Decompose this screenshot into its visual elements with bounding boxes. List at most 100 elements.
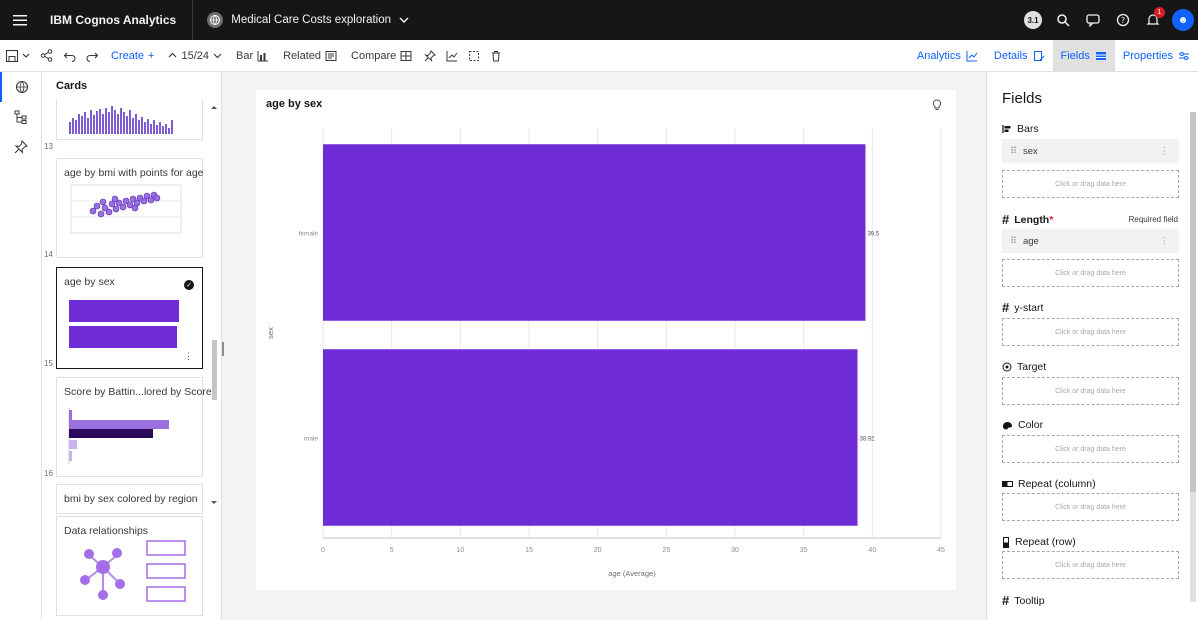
field-overflow-menu-icon[interactable]: ⋮ (1160, 236, 1170, 247)
left-rail (0, 72, 42, 620)
chat-icon[interactable] (1078, 0, 1108, 40)
length-drop-zone[interactable]: Click or drag data here (1002, 259, 1179, 287)
fields-scrollbar[interactable] (1190, 112, 1196, 602)
card-15[interactable]: age by sex ✓ ⋮ (56, 267, 203, 369)
compare-label: Compare (351, 49, 397, 62)
help-icon[interactable]: ? (1108, 0, 1138, 40)
compare-button[interactable]: Compare (344, 40, 419, 72)
drag-handle-icon[interactable]: ⠿ (1010, 146, 1017, 157)
ystart-drop-zone[interactable]: Click or drag data here (1002, 318, 1179, 346)
fields-icon (1095, 50, 1107, 62)
properties-label: Properties (1122, 50, 1173, 62)
notifications-icon[interactable]: 1 (1138, 0, 1168, 40)
card-number: 13 (44, 142, 53, 151)
pins-panel-button[interactable] (0, 132, 42, 162)
repeat-row-icon (1002, 536, 1010, 548)
card-17[interactable]: bmi by sex colored by region (56, 484, 203, 514)
card-data-relationships[interactable]: Data relationships (56, 516, 203, 616)
cards-panel: Cards 13 age by bmi with points for age … (42, 72, 222, 620)
drag-handle-icon[interactable]: ⠿ (1010, 236, 1017, 247)
share-icon[interactable] (35, 40, 58, 72)
panel-splitter[interactable] (222, 72, 256, 620)
delete-icon[interactable] (485, 40, 507, 72)
chevron-down-icon[interactable] (213, 51, 222, 60)
related-button[interactable]: Related (276, 40, 344, 72)
bar-chart-icon (257, 50, 269, 62)
cards-panel-button[interactable] (0, 72, 42, 102)
x-tick-label: 20 (594, 547, 602, 554)
x-tick-label: 5 (390, 547, 394, 554)
card-title: bmi by sex colored by region (64, 493, 198, 505)
page-navigator[interactable]: 15/24 (161, 40, 229, 72)
pin-icon[interactable] (419, 40, 441, 72)
splitter-handle[interactable] (222, 342, 224, 356)
tooltip-slot-label: # Tooltip (1002, 593, 1045, 608)
target-slot-label: Target (1002, 361, 1046, 373)
repeat-column-drop-zone[interactable]: Click or drag data here (1002, 493, 1179, 521)
document-title-dropdown[interactable]: Medical Care Costs exploration (193, 12, 409, 28)
x-tick-label: 30 (731, 547, 739, 554)
user-badge-button[interactable]: 3.1 (1018, 0, 1048, 40)
hierarchy-icon (14, 110, 28, 124)
field-overflow-menu-icon[interactable]: ⋮ (1160, 146, 1170, 157)
fit-icon[interactable] (463, 40, 485, 72)
card-13-thumbnail (69, 106, 173, 134)
length-field-pill[interactable]: ⠿ age ⋮ (1002, 229, 1179, 253)
avatar-icon: ☻ (1172, 9, 1194, 31)
card-14-thumbnail (70, 184, 182, 234)
plus-icon: + (148, 49, 155, 62)
exploration-icon (207, 12, 224, 28)
card-15-thumbnail (69, 300, 179, 348)
card-13[interactable] (56, 100, 203, 140)
related-icon (325, 50, 337, 62)
x-tick-label: 40 (868, 547, 876, 554)
chevron-up-icon[interactable] (168, 51, 177, 60)
hamburger-menu-icon[interactable] (0, 0, 40, 40)
color-drop-zone[interactable]: Click or drag data here (1002, 435, 1179, 463)
required-field-note: Required field (1128, 215, 1178, 224)
create-button[interactable]: Create + (104, 40, 161, 72)
insights-icon[interactable] (441, 40, 463, 72)
details-icon (1033, 50, 1045, 62)
fields-tab[interactable]: Fields (1052, 40, 1115, 72)
user-avatar[interactable]: ☻ (1168, 0, 1198, 40)
repeat-column-slot-label: Repeat (column) (1002, 478, 1096, 490)
bars-field-pill[interactable]: ⠿ sex ⋮ (1002, 139, 1179, 163)
analytics-tab[interactable]: Analytics (909, 40, 986, 72)
visualization-type-button[interactable]: Bar (229, 40, 276, 72)
x-tick-label: 45 (937, 547, 945, 554)
chart-bar[interactable] (323, 144, 866, 321)
repeat-row-slot-label: Repeat (row) (1002, 536, 1076, 548)
bars-field-name: sex (1022, 145, 1038, 157)
bar-chart[interactable]: 0 5 10 15 20 25 30 35 40 45female 39.5male 38.92age… (256, 90, 956, 590)
repeat-row-drop-zone[interactable]: Click or drag data here (1002, 551, 1179, 579)
cards-scrollbar[interactable] (208, 102, 220, 620)
redo-icon[interactable] (81, 40, 104, 72)
card-overflow-menu-icon[interactable]: ⋮ (184, 351, 193, 362)
user-badge: 3.1 (1024, 11, 1042, 29)
numeric-icon: # (1002, 212, 1010, 227)
bars-slot-label: Bars (1002, 123, 1039, 135)
related-label: Related (283, 49, 322, 62)
card-16-thumbnail (68, 408, 169, 464)
details-tab[interactable]: Details (986, 40, 1053, 72)
scrollbar-thumb[interactable] (1190, 112, 1196, 492)
card-16[interactable]: Score by Battin...lored by Score (56, 377, 212, 477)
card-14[interactable]: age by bmi with points for age (56, 158, 204, 258)
save-icon[interactable] (0, 40, 35, 72)
x-tick-label: 25 (662, 547, 670, 554)
chart-bar[interactable] (323, 349, 858, 526)
target-drop-zone[interactable]: Click or drag data here (1002, 377, 1179, 405)
card-number: 14 (44, 250, 53, 259)
app-name: IBM Cognos Analytics (40, 0, 194, 40)
color-slot-label: Color (1002, 419, 1043, 431)
y-category-label: female (298, 231, 318, 238)
scrollbar-thumb[interactable] (212, 340, 217, 400)
bars-drop-zone[interactable]: Click or drag data here (1002, 170, 1179, 198)
search-icon[interactable] (1048, 0, 1078, 40)
y-category-label: male (304, 436, 318, 443)
numeric-icon: # (1002, 593, 1010, 608)
undo-icon[interactable] (58, 40, 81, 72)
hierarchy-panel-button[interactable] (0, 102, 42, 132)
properties-tab[interactable]: Properties (1115, 40, 1198, 72)
